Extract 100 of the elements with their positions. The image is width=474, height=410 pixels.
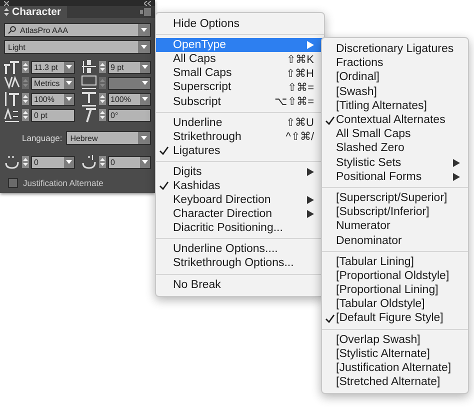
- menu-item[interactable]: [Tabular Lining]: [322, 254, 468, 269]
- menu-item[interactable]: [Proportional Oldstyle]: [322, 268, 468, 283]
- diacritic-field[interactable]: 0: [108, 156, 151, 168]
- stepper[interactable]: [98, 156, 106, 168]
- dropdown-arrow-icon: [141, 28, 147, 32]
- menu-item[interactable]: Kashidas: [156, 178, 324, 194]
- menu-item[interactable]: Underline Options....: [156, 242, 324, 256]
- menu-item[interactable]: [Superscript/Superior]: [322, 190, 468, 206]
- menu-item[interactable]: [Justification Alternate]: [322, 360, 468, 376]
- submenu-arrow-icon: [307, 41, 314, 50]
- vscale-field[interactable]: 100%: [31, 92, 74, 106]
- menu-item[interactable]: All Small Caps: [322, 127, 468, 142]
- menu-item[interactable]: Underline ⇧⌘U: [156, 116, 324, 130]
- up-down-arrows-icon: [98, 93, 106, 105]
- language-dropdown[interactable]: Hebrew: [66, 131, 151, 145]
- up-down-arrows-icon: [22, 156, 29, 168]
- close-icon[interactable]: [4, 0, 9, 6]
- menu-item[interactable]: Digits: [156, 164, 324, 179]
- dropdown-arrow-icon: [142, 81, 148, 85]
- menu-item[interactable]: Discretionary Ligatures: [322, 42, 468, 56]
- checkbox[interactable]: [8, 178, 18, 188]
- menu-item[interactable]: Ligatures: [156, 144, 324, 158]
- dropdown-arrow-icon: [66, 81, 72, 85]
- vscale-icon: [4, 91, 20, 107]
- menu-item[interactable]: Keyboard Direction: [156, 193, 324, 208]
- menu-item[interactable]: [Swash]: [322, 84, 468, 99]
- menu-item[interactable]: [Overlap Swash]: [322, 332, 468, 347]
- up-down-arrows-icon: [22, 109, 29, 121]
- checkbox-label: Justification Alternate: [23, 178, 104, 188]
- menu-item[interactable]: Strikethrough Options...: [156, 256, 324, 270]
- menu-item[interactable]: No Break: [156, 278, 324, 292]
- menu-item[interactable]: OpenType: [156, 38, 324, 52]
- menu-item[interactable]: Positional Forms: [322, 170, 468, 184]
- dropdown-arrow-icon: [142, 65, 148, 69]
- checkmark-icon: [325, 116, 335, 125]
- dropdown-arrow-icon: [141, 45, 147, 49]
- checkmark-icon: [159, 146, 169, 156]
- menu-item[interactable]: Slashed Zero: [322, 141, 468, 156]
- font-family-dropdown[interactable]: AtlasPro AAA: [4, 23, 151, 37]
- kashida-field[interactable]: 0: [31, 156, 74, 168]
- menu-item[interactable]: [Ordinal]: [322, 70, 468, 85]
- size-icon: [4, 59, 20, 75]
- menu-item[interactable]: Stylistic Sets: [322, 156, 468, 170]
- submenu-arrow-icon: [307, 168, 314, 176]
- hscale-icon: [80, 91, 96, 107]
- dropdown-arrow-icon: [66, 97, 72, 101]
- up-down-arrows-icon: [22, 77, 29, 89]
- menu-item[interactable]: Superscript ⇧⌘=: [156, 80, 324, 94]
- panel-menu-icon[interactable]: [140, 8, 151, 16]
- dropdown-arrow-icon: [142, 160, 148, 164]
- up-down-arrows-icon: [98, 77, 106, 89]
- dropdown-arrow-icon: [142, 97, 148, 101]
- up-down-arrows-icon: [98, 61, 106, 73]
- up-down-arrows-icon: [22, 61, 29, 73]
- menu-item[interactable]: Fractions: [322, 56, 468, 70]
- baseline-field[interactable]: 0 pt: [31, 108, 74, 122]
- menu-item[interactable]: Numerator: [322, 219, 468, 234]
- menu-item[interactable]: Subscript ⌥⇧⌘=: [156, 94, 324, 109]
- language-label: Language:: [22, 133, 62, 143]
- checkmark-icon: [159, 181, 169, 190]
- menu-item[interactable]: All Caps ⇧⌘K: [156, 52, 324, 66]
- menu-item[interactable]: [Default Figure Style]: [322, 311, 468, 326]
- kerning-icon: [4, 75, 20, 91]
- menu-item[interactable]: [Tabular Oldstyle]: [322, 297, 468, 312]
- hscale-field[interactable]: 100%: [108, 92, 151, 106]
- up-down-arrows-icon: [98, 156, 106, 168]
- leading-field[interactable]: 9 pt: [108, 60, 151, 74]
- diacritic-icon: [80, 154, 96, 170]
- stepper[interactable]: [98, 109, 106, 121]
- up-down-arrows-icon: [22, 93, 29, 105]
- dropdown-arrow-icon: [66, 65, 72, 69]
- search-icon: [8, 26, 17, 34]
- size-field[interactable]: 11.3 pt: [31, 60, 74, 74]
- stepper[interactable]: [98, 61, 106, 73]
- menu-item[interactable]: Diacritic Positioning...: [156, 221, 324, 236]
- dropdown-arrow-icon: [66, 160, 72, 164]
- panel-tab[interactable]: Character: [0, 6, 68, 18]
- menu-item[interactable]: [Stretched Alternate]: [322, 375, 468, 390]
- up-down-arrows-icon: [98, 109, 106, 121]
- font-style-dropdown[interactable]: Light: [4, 40, 151, 54]
- tracking-icon: [80, 75, 96, 91]
- leading-icon: [80, 59, 96, 75]
- collapse-icon[interactable]: [144, 0, 151, 6]
- stepper[interactable]: [98, 93, 106, 105]
- kashida-icon: [4, 154, 20, 170]
- skew-field[interactable]: 0°: [108, 108, 151, 122]
- menu-item[interactable]: Strikethrough ^⇧⌘/: [156, 130, 324, 144]
- menu-item[interactable]: Denominator: [322, 233, 468, 248]
- baseline-icon: [4, 107, 20, 123]
- menu-item[interactable]: [Stylistic Alternate]: [322, 346, 468, 361]
- menu-item[interactable]: [Subscript/Inferior]: [322, 205, 468, 220]
- menu-item[interactable]: Hide Options: [156, 17, 324, 32]
- menu-item[interactable]: Contextual Alternates: [322, 112, 468, 128]
- checkmark-icon: [325, 314, 335, 323]
- menu-item[interactable]: [Proportional Lining]: [322, 283, 468, 298]
- menu-item[interactable]: [Titling Alternates]: [322, 98, 468, 113]
- up-down-arrows-icon: [4, 8, 9, 16]
- menu-item[interactable]: Character Direction: [156, 207, 324, 222]
- menu-item[interactable]: Small Caps ⇧⌘H: [156, 66, 324, 80]
- dropdown-arrow-icon: [141, 136, 147, 140]
